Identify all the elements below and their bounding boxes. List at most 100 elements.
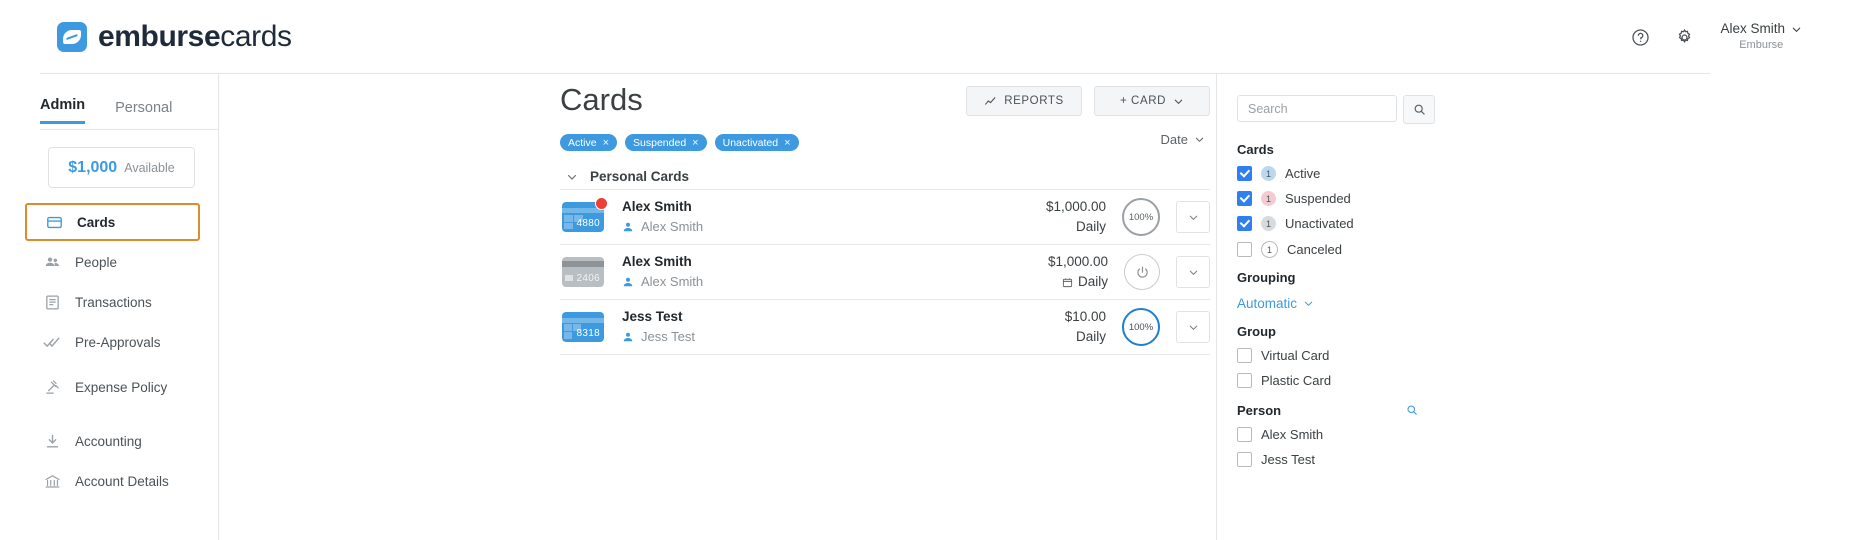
filter-checkbox-unactivated[interactable]: 1 Unactivated [1237,216,1354,231]
card-holder-name: Alex Smith [641,272,703,292]
sidebar: Admin Personal $1,000 Available Cards [0,74,218,540]
search-row [1237,95,1435,124]
search-button[interactable] [1403,95,1435,124]
filter-checkbox-active[interactable]: 1 Active [1237,166,1320,181]
top-header: embursecards Alex Smith [0,0,1854,73]
table-row[interactable]: 2406 Alex Smith Alex Smith $1,000.00 [560,244,1210,299]
sidebar-divider [218,74,219,540]
row-expand-button[interactable] [1176,201,1210,233]
card-name: Alex Smith [622,197,1046,217]
filter-pill-suspended[interactable]: Suspended × [625,134,707,151]
filter-pill-active[interactable]: Active × [560,134,617,151]
sidebar-item-people[interactable]: People [25,245,200,279]
card-limit: $10.00 Daily [1065,307,1106,348]
reports-button[interactable]: REPORTS [966,86,1082,116]
add-card-button[interactable]: + CARD [1094,86,1210,116]
checkbox-icon[interactable] [1237,242,1252,257]
checkbox-icon[interactable] [1237,191,1252,206]
row-expand-button[interactable] [1176,256,1210,288]
sidebar-item-cards[interactable]: Cards [25,203,200,241]
chevron-down-icon [1791,24,1802,35]
row-expand-button[interactable] [1176,311,1210,343]
card-frequency: Daily [1076,217,1106,237]
card-usage-indicator[interactable]: 100% [1122,198,1160,236]
filter-pill-unactivated[interactable]: Unactivated × [715,134,799,151]
filter-checkbox-virtual-card[interactable]: Virtual Card [1237,348,1329,363]
card-thumbnail: 8318 [562,312,604,342]
checkbox-icon[interactable] [1237,166,1252,181]
filter-section-grouping: Grouping [1237,270,1296,285]
chevron-down-icon [1173,96,1184,107]
close-icon[interactable]: × [784,137,790,149]
user-name: Alex Smith [1720,21,1785,38]
help-circle-icon[interactable] [1618,20,1662,54]
tab-personal[interactable]: Personal [115,100,172,124]
sidebar-item-accounting[interactable]: Accounting [25,424,200,458]
filter-checkbox-person-alex-smith[interactable]: Alex Smith [1237,427,1323,442]
reports-button-label: REPORTS [1004,95,1064,107]
checkbox-icon[interactable] [1237,216,1252,231]
sidebar-label-pre-approvals: Pre-Approvals [75,335,161,350]
filter-label: Jess Test [1261,452,1315,467]
sort-dropdown[interactable]: Date [1161,132,1205,147]
gear-icon[interactable] [1662,20,1706,54]
person-icon [622,331,634,343]
app-root: embursecards Alex Smith [0,0,1854,540]
filter-checkbox-plastic-card[interactable]: Plastic Card [1237,373,1331,388]
filter-section-cards: Cards [1237,142,1274,157]
card-amount: $1,000.00 [1046,197,1106,217]
balance-card[interactable]: $1,000 Available [48,147,195,188]
card-limit: $1,000.00 Daily [1048,252,1108,293]
user-org: Emburse [1720,39,1802,53]
card-amount: $10.00 [1065,307,1106,327]
person-icon [622,276,634,288]
list-icon [43,293,61,311]
card-usage-indicator[interactable] [1124,254,1160,290]
grouping-dropdown[interactable]: Automatic [1237,296,1314,311]
checkbox-icon[interactable] [1237,427,1252,442]
chevron-down-icon [1188,212,1199,223]
filter-pill-label: Unactivated [723,137,778,149]
sidebar-item-pre-approvals[interactable]: Pre-Approvals [25,325,200,359]
user-menu[interactable]: Alex Smith Emburse [1720,21,1802,53]
sidebar-tabs: Admin Personal [40,97,172,124]
group-header-personal-cards[interactable]: Personal Cards [566,169,689,184]
checkbox-icon[interactable] [1237,373,1252,388]
search-input[interactable] [1237,95,1397,122]
credit-card-icon [45,213,63,231]
tab-admin[interactable]: Admin [40,97,85,124]
close-icon[interactable]: × [603,137,609,149]
filter-label: Virtual Card [1261,348,1329,363]
download-icon [43,432,61,450]
sidebar-item-expense-policy[interactable]: Expense Policy [25,370,200,404]
checkbox-icon[interactable] [1237,348,1252,363]
page-title: Cards [560,82,643,118]
card-holder: Alex Smith [622,272,1048,292]
card-last4: 4880 [577,218,600,229]
sidebar-item-account-details[interactable]: Account Details [25,464,200,498]
table-row[interactable]: 8318 Jess Test Jess Test $10.00 Daily [560,299,1210,355]
filter-checkbox-suspended[interactable]: 1 Suspended [1237,191,1351,206]
card-info: Alex Smith Alex Smith [622,252,1048,292]
power-icon [1135,265,1150,280]
app-logo[interactable]: embursecards [57,22,292,52]
user-name-row: Alex Smith [1720,21,1802,38]
filter-section-group: Group [1237,324,1276,339]
card-usage-indicator[interactable]: 100% [1122,308,1160,346]
sidebar-item-transactions[interactable]: Transactions [25,285,200,319]
logo-wordmark: embursecards [98,22,292,52]
logo-brand: emburse [98,20,220,53]
filter-checkbox-canceled[interactable]: 1 Canceled [1237,241,1342,258]
card-holder: Jess Test [622,327,1065,347]
sidebar-label-expense-policy: Expense Policy [75,380,167,395]
grouping-value: Automatic [1237,296,1297,311]
person-search-icon[interactable] [1406,404,1418,416]
trend-line-icon [984,95,997,108]
card-frequency-row: Daily [1065,327,1106,347]
close-icon[interactable]: × [692,137,698,149]
card-holder-name: Alex Smith [641,217,703,237]
page-actions: REPORTS + CARD [966,86,1210,116]
checkbox-icon[interactable] [1237,452,1252,467]
table-row[interactable]: 4880 Alex Smith Alex Smith $1,000.00 Dai… [560,189,1210,244]
filter-checkbox-person-jess-test[interactable]: Jess Test [1237,452,1315,467]
